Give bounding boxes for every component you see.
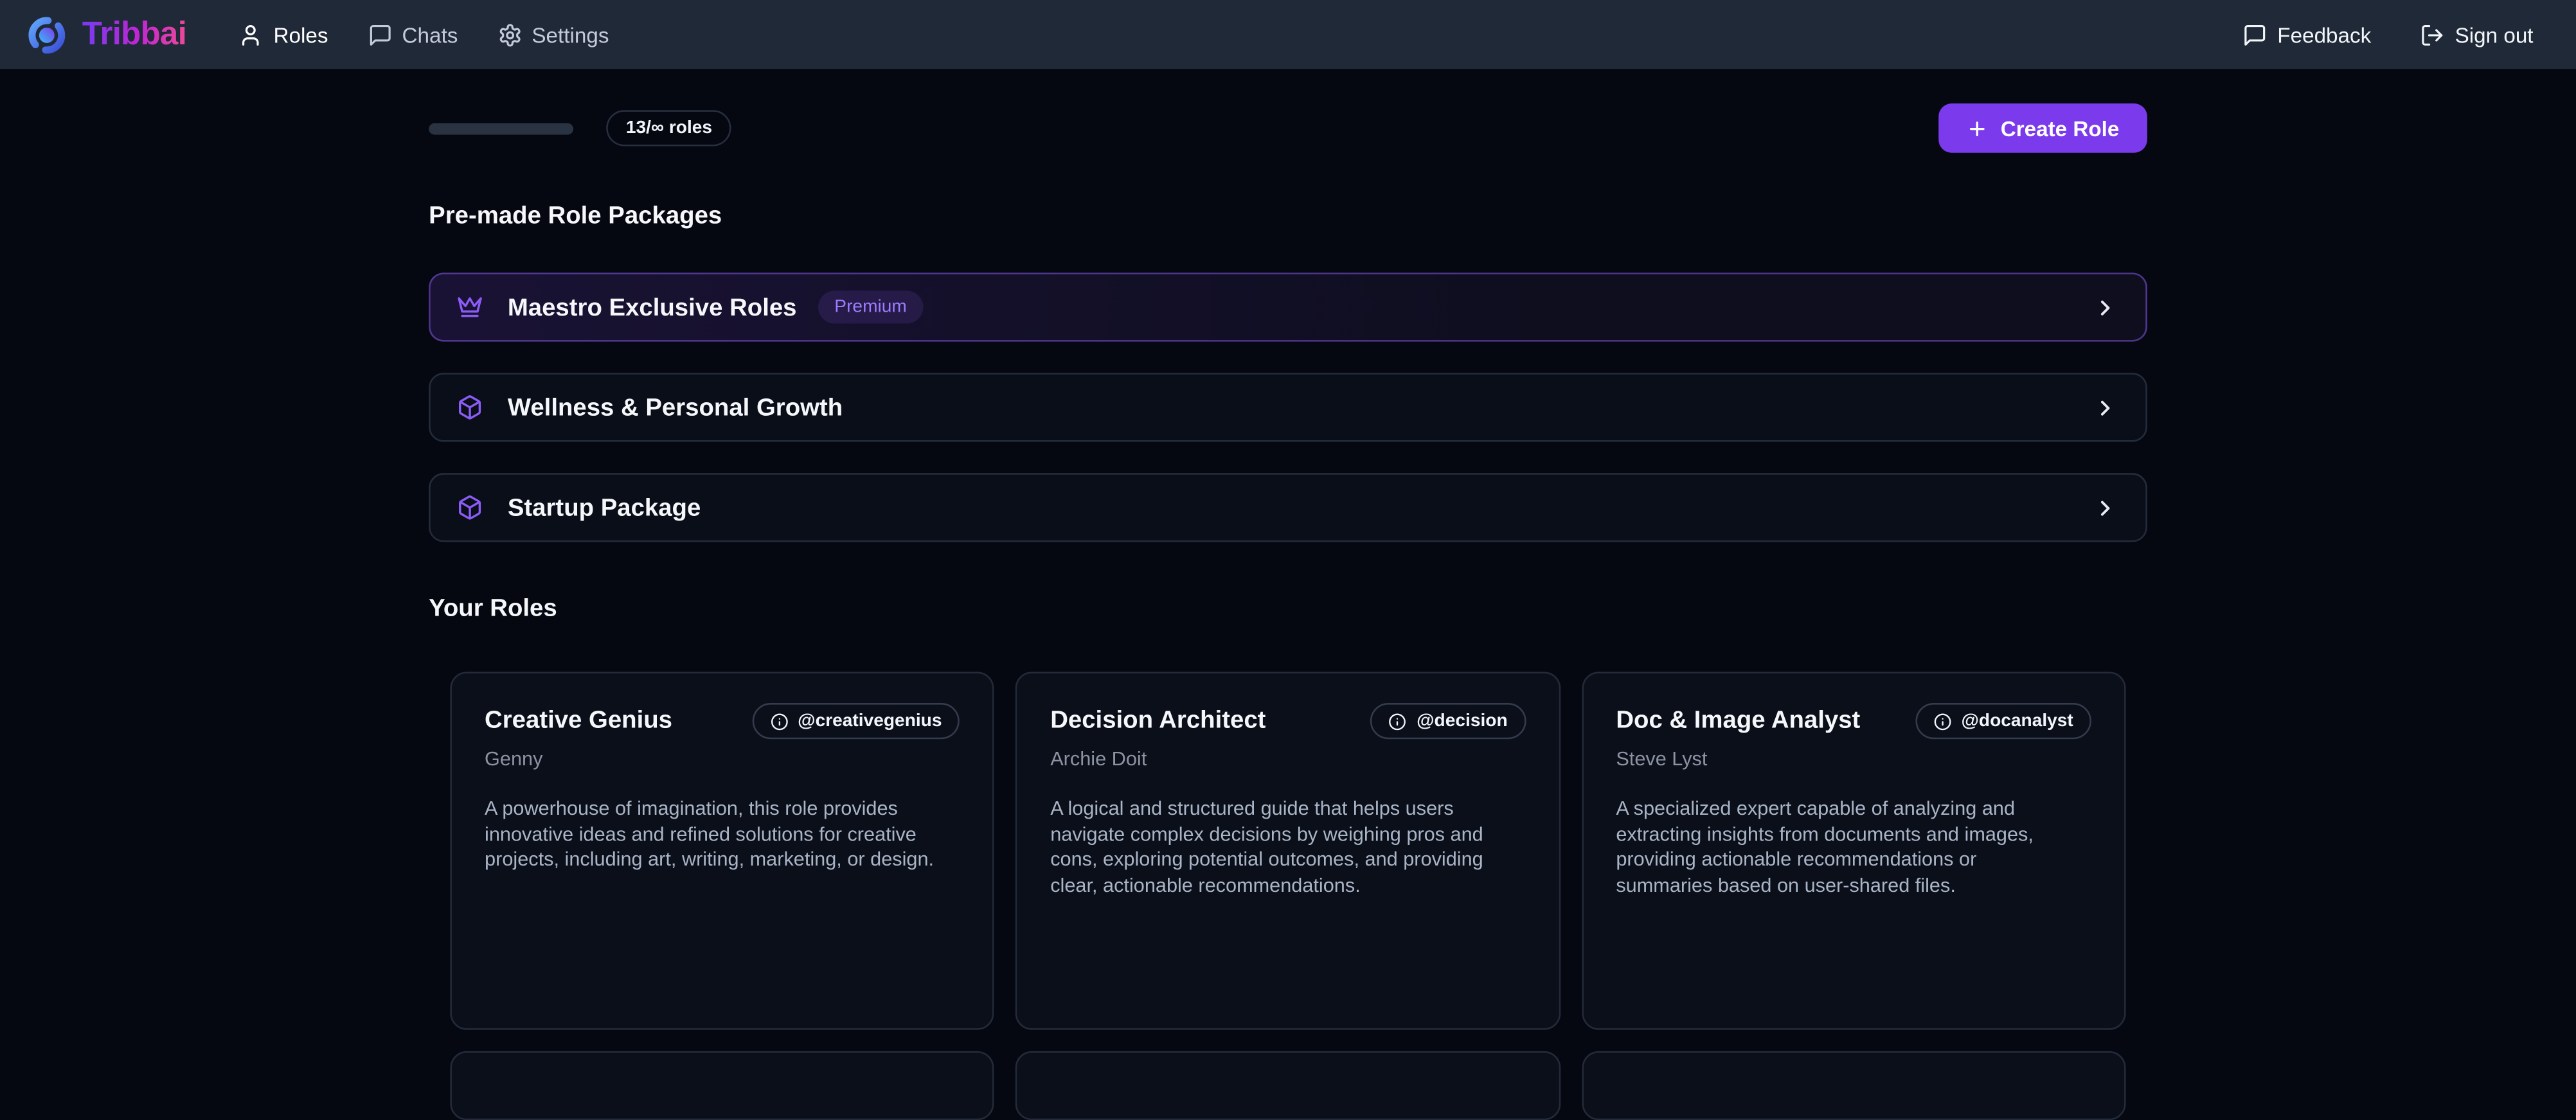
chevron-right-icon — [2093, 395, 2117, 420]
sign-out-button[interactable]: Sign out — [2420, 22, 2534, 47]
user-icon — [239, 22, 264, 47]
crown-icon — [457, 294, 483, 321]
sign-out-icon — [2420, 22, 2445, 47]
nav-item-label: Settings — [532, 22, 609, 47]
package-row-maestro[interactable]: Maestro Exclusive Roles Premium — [429, 272, 2147, 341]
role-subtitle: Archie Doit — [1050, 747, 1526, 770]
role-card-partial[interactable] — [450, 1051, 994, 1120]
chevron-right-icon — [2093, 495, 2117, 520]
sign-out-label: Sign out — [2455, 22, 2534, 47]
main-content: 13/∞ roles Create Role Pre-made Role Pac… — [429, 103, 2147, 1120]
create-role-button[interactable]: Create Role — [1938, 103, 2147, 153]
navbar-left: Tribbai Roles Chats Settings — [26, 14, 609, 55]
role-handle-badge[interactable]: @creativegenius — [752, 703, 960, 739]
create-role-label: Create Role — [2001, 116, 2120, 140]
nav-item-label: Roles — [274, 22, 328, 47]
roles-usage: 13/∞ roles — [429, 110, 732, 146]
package-list: Maestro Exclusive Roles Premium Wellness… — [429, 272, 2147, 542]
role-handle-badge[interactable]: @decision — [1371, 703, 1526, 739]
role-card-partial[interactable] — [1016, 1051, 1561, 1120]
feedback-button[interactable]: Feedback — [2243, 22, 2372, 47]
chevron-right-icon — [2093, 295, 2117, 319]
role-card-creative-genius[interactable]: Creative Genius @creativegenius Genny A … — [450, 671, 994, 1029]
role-card-header: Decision Architect @decision — [1050, 706, 1526, 739]
chat-icon — [368, 22, 392, 47]
package-row-startup[interactable]: Startup Package — [429, 473, 2147, 542]
premade-packages-title: Pre-made Role Packages — [429, 202, 2147, 229]
role-handle-badge[interactable]: @docanalyst — [1915, 703, 2091, 739]
role-subtitle: Genny — [485, 747, 960, 770]
role-handle: @docanalyst — [1961, 711, 2073, 731]
app-window: Tribbai Roles Chats Settings — [0, 0, 2576, 1053]
feedback-chat-icon — [2243, 22, 2267, 47]
role-title: Decision Architect — [1050, 706, 1266, 734]
role-handle: @creativegenius — [798, 711, 942, 731]
package-row-wellness[interactable]: Wellness & Personal Growth — [429, 373, 2147, 441]
role-card-header: Creative Genius @creativegenius — [485, 706, 960, 739]
package-icon — [457, 494, 483, 520]
feedback-label: Feedback — [2277, 22, 2371, 47]
role-description: A powerhouse of imagination, this role p… — [485, 797, 960, 873]
gear-icon — [497, 22, 522, 47]
role-subtitle: Steve Lyst — [1616, 747, 2091, 770]
package-name: Startup Package — [508, 493, 701, 521]
package-icon — [457, 394, 483, 420]
role-card-header: Doc & Image Analyst @docanalyst — [1616, 706, 2091, 739]
role-handle: @decision — [1417, 711, 1508, 731]
package-name: Wellness & Personal Growth — [508, 393, 843, 421]
info-icon — [770, 712, 788, 730]
premium-badge: Premium — [818, 290, 924, 323]
your-roles-title: Your Roles — [429, 594, 2147, 622]
top-navbar: Tribbai Roles Chats Settings — [0, 0, 2576, 69]
role-card-doc-image-analyst[interactable]: Doc & Image Analyst @docanalyst Steve Ly… — [1582, 671, 2126, 1029]
role-card-partial[interactable] — [1582, 1051, 2126, 1120]
role-card-decision-architect[interactable]: Decision Architect @decision Archie Doit… — [1016, 671, 1561, 1029]
plus-icon — [1966, 118, 1987, 139]
nav-item-roles[interactable]: Roles — [239, 22, 328, 47]
navbar-right: Feedback Sign out — [2243, 22, 2534, 47]
role-title: Doc & Image Analyst — [1616, 706, 1860, 734]
brand-logo-icon — [26, 14, 67, 55]
roles-toolbar: 13/∞ roles Create Role — [429, 103, 2147, 153]
package-name: Maestro Exclusive Roles — [508, 293, 797, 321]
role-title: Creative Genius — [485, 706, 672, 734]
nav-item-chats[interactable]: Chats — [368, 22, 458, 47]
nav-item-label: Chats — [402, 22, 458, 47]
role-description: A specialized expert capable of analyzin… — [1616, 797, 2091, 898]
roles-count-badge: 13/∞ roles — [606, 110, 732, 146]
role-cards-grid-next-row — [450, 1051, 2125, 1120]
role-cards-grid: Creative Genius @creativegenius Genny A … — [450, 671, 2125, 1029]
nav-items: Roles Chats Settings — [239, 22, 609, 47]
nav-item-settings[interactable]: Settings — [497, 22, 609, 47]
info-icon — [1389, 712, 1407, 730]
roles-progress-bar — [429, 122, 573, 134]
info-icon — [1933, 712, 1951, 730]
role-description: A logical and structured guide that help… — [1050, 797, 1526, 898]
brand[interactable]: Tribbai — [26, 14, 186, 55]
brand-name: Tribbai — [82, 15, 186, 53]
